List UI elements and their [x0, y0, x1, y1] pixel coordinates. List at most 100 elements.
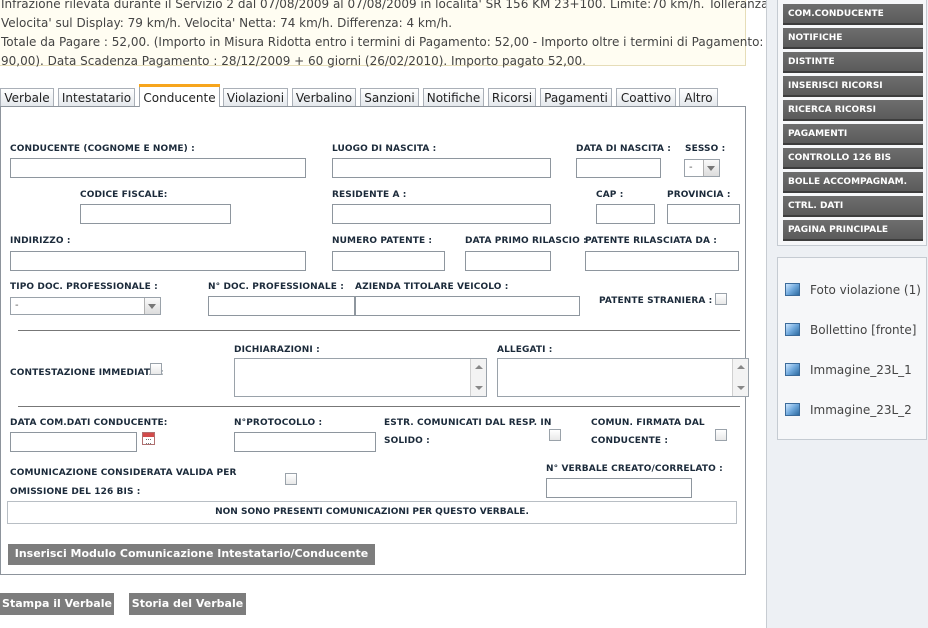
- calendar-icon[interactable]: [142, 432, 155, 445]
- data-com-label: DATA COM.DATI CONDUCENTE:: [10, 418, 168, 428]
- menu-distinte[interactable]: DISTINTE: [783, 52, 923, 73]
- protocollo-input[interactable]: [234, 432, 376, 452]
- allegati-label: ALLEGATI :: [497, 345, 553, 355]
- image-link-label: Immagine_23L_1: [810, 363, 912, 377]
- arrow-down-icon: [475, 386, 483, 390]
- conducente-label: CONDUCENTE (COGNOME E NOME) :: [10, 144, 195, 154]
- menu-notifiche[interactable]: NOTIFICHE: [783, 28, 923, 49]
- n-doc-label: N° DOC. PROFESSIONALE :: [208, 282, 344, 292]
- tab-verbalino[interactable]: Verbalino: [292, 88, 356, 106]
- n-doc-input[interactable]: [208, 296, 355, 316]
- sesso-label: SESSO :: [685, 144, 726, 154]
- tab-notifiche[interactable]: Notifiche: [423, 88, 484, 106]
- menu-ricerca-ricorsi[interactable]: RICERCA RICORSI: [783, 100, 923, 121]
- luogo-nascita-label: LUOGO DI NASCITA :: [332, 144, 437, 154]
- image-icon: [785, 403, 800, 416]
- scrollbar[interactable]: [732, 359, 748, 396]
- verbale-creato-label: N° VERBALE CREATO/CORRELATO :: [546, 464, 723, 474]
- dichiarazioni-label: DICHIARAZIONI :: [234, 345, 320, 355]
- image-link-immagine-1[interactable]: Immagine_23L_1: [785, 361, 912, 379]
- data-nascita-label: DATA DI NASCITA :: [576, 144, 672, 154]
- image-link-immagine-2[interactable]: Immagine_23L_2: [785, 401, 912, 419]
- violation-info-box: Infrazione rilevata durante il Servizio …: [0, 0, 800, 68]
- tab-pagamenti[interactable]: Pagamenti: [540, 88, 612, 106]
- chevron-down-icon: [703, 160, 719, 176]
- patente-straniera-checkbox[interactable]: [715, 293, 727, 305]
- divider: [18, 330, 740, 331]
- menu-inserisci-ricorsi[interactable]: INSERISCI RICORSI: [783, 76, 923, 97]
- data-nascita-input[interactable]: [576, 158, 661, 178]
- tab-coattivo[interactable]: Coattivo: [616, 88, 676, 106]
- scrollbar[interactable]: [470, 359, 486, 396]
- sesso-select[interactable]: -: [684, 159, 720, 177]
- patente-rilasciata-input[interactable]: [585, 251, 739, 271]
- codice-fiscale-input[interactable]: [80, 204, 231, 224]
- luogo-nascita-input[interactable]: [332, 158, 551, 178]
- image-link-label: Bollettino [fronte]: [810, 323, 917, 337]
- tab-ricorsi[interactable]: Ricorsi: [488, 88, 536, 106]
- print-verbale-button[interactable]: Stampa il Verbale: [0, 593, 114, 615]
- image-link-foto-violazione[interactable]: Foto violazione (1): [785, 281, 921, 299]
- comun-firmata-label: COMUN. FIRMATA DAL: [591, 418, 705, 428]
- menu-pagamenti[interactable]: PAGAMENTI: [783, 124, 923, 145]
- tab-violazioni[interactable]: Violazioni: [223, 88, 288, 106]
- arrow-up-icon: [475, 365, 483, 369]
- insert-module-button[interactable]: Inserisci Modulo Comunicazione Intestata…: [8, 544, 375, 565]
- conducente-input[interactable]: [10, 158, 306, 178]
- tab-sanzioni[interactable]: Sanzioni: [360, 88, 419, 106]
- menu-pagina-principale[interactable]: PAGINA PRINCIPALE: [783, 220, 923, 241]
- image-link-bollettino[interactable]: Bollettino [fronte]: [785, 321, 916, 339]
- tab-verbale[interactable]: Verbale: [0, 88, 54, 106]
- tab-altro[interactable]: Altro: [679, 88, 718, 106]
- estr-label-2: SOLIDO :: [384, 436, 430, 446]
- provincia-label: PROVINCIA :: [667, 190, 731, 200]
- sesso-value: -: [689, 162, 693, 173]
- estr-checkbox[interactable]: [549, 429, 561, 441]
- provincia-input[interactable]: [667, 204, 740, 224]
- azienda-input[interactable]: [355, 296, 580, 316]
- info-line: Infrazione rilevata durante il Servizio …: [1, 0, 800, 11]
- comun-firmata-label-2: CONDUCENTE :: [591, 436, 669, 446]
- no-communications-message: NON SONO PRESENTI COMUNICAZIONI PER QUES…: [7, 501, 737, 524]
- data-primo-rilascio-label: DATA PRIMO RILASCIO :: [465, 236, 587, 246]
- protocollo-label: N°PROTOCOLLO :: [234, 418, 323, 428]
- menu-ctrl-dati[interactable]: CTRL. DATI: [783, 196, 923, 217]
- valida-checkbox[interactable]: [285, 473, 297, 485]
- patente-rilasciata-label: PATENTE RILASCIATA DA :: [585, 236, 717, 246]
- menu-bolle-accompagnam[interactable]: BOLLE ACCOMPAGNAM.: [783, 172, 923, 193]
- estr-label: ESTR. COMUNICATI DAL RESP. IN: [384, 418, 552, 428]
- tab-intestatario[interactable]: Intestatario: [58, 88, 135, 106]
- dichiarazioni-textarea[interactable]: [234, 358, 487, 397]
- verbale-creato-input[interactable]: [546, 478, 692, 498]
- data-com-input[interactable]: [10, 432, 137, 452]
- image-icon: [785, 283, 800, 296]
- residente-label: RESIDENTE A :: [332, 190, 407, 200]
- indirizzo-label: INDIRIZZO :: [10, 236, 71, 246]
- cap-input[interactable]: [596, 204, 655, 224]
- image-icon: [785, 363, 800, 376]
- info-line: 90,00). Data Scadenza Pagamento : 28/12/…: [1, 54, 586, 68]
- numero-patente-input[interactable]: [332, 251, 445, 271]
- patente-straniera-label: PATENTE STRANIERA :: [599, 296, 713, 306]
- menu-controllo-126-bis[interactable]: CONTROLLO 126 BIS: [783, 148, 923, 169]
- tipo-doc-value: -: [15, 300, 19, 311]
- image-link-label: Foto violazione (1): [810, 283, 921, 297]
- info-line: Totale da Pagare : 52,00. (Importo in Mi…: [1, 35, 764, 49]
- data-primo-rilascio-input[interactable]: [465, 251, 551, 271]
- tipo-doc-label: TIPO DOC. PROFESSIONALE :: [10, 282, 158, 292]
- divider: [18, 406, 740, 407]
- indirizzo-input[interactable]: [10, 251, 306, 271]
- info-line: Velocita' sul Display: 79 km/h. Velocita…: [1, 16, 453, 30]
- menu-com-conducente[interactable]: COM.CONDUCENTE: [783, 4, 923, 25]
- contestazione-label: CONTESTAZIONE IMMEDIATA :: [10, 368, 164, 378]
- history-verbale-button[interactable]: Storia del Verbale: [129, 593, 246, 615]
- tipo-doc-select[interactable]: -: [10, 297, 161, 315]
- arrow-up-icon: [737, 365, 745, 369]
- comun-firmata-checkbox[interactable]: [715, 429, 727, 441]
- arrow-down-icon: [737, 386, 745, 390]
- contestazione-checkbox[interactable]: [150, 363, 162, 375]
- tab-conducente[interactable]: Conducente: [139, 84, 220, 107]
- chevron-down-icon: [144, 298, 160, 314]
- residente-input[interactable]: [332, 204, 551, 224]
- allegati-textarea[interactable]: [497, 358, 749, 397]
